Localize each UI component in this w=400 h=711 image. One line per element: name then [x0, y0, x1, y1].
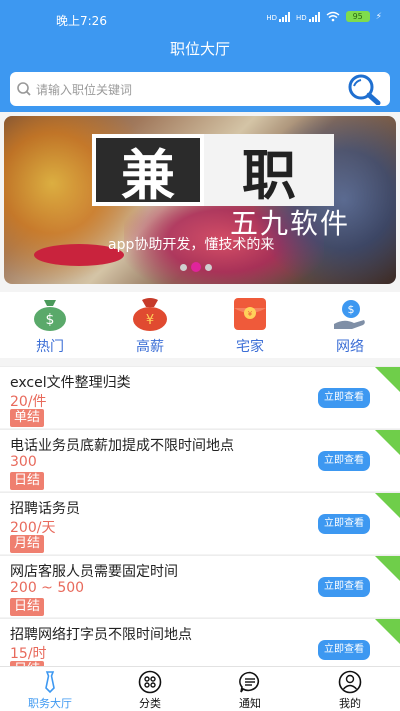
job-settlement-tag: 月结 [10, 535, 45, 553]
tab-label: 我的 [339, 697, 361, 710]
message-icon [238, 670, 262, 694]
banner-box-dark: 兼 [92, 134, 204, 207]
job-settlement-tag: 日结 [10, 472, 45, 490]
view-now-button[interactable]: 立即查看 [318, 388, 370, 408]
job-settlement-tag: 单结 [10, 409, 45, 427]
category-label: 热门 [36, 339, 64, 355]
wifi-icon [326, 11, 340, 22]
carousel-dot[interactable] [205, 263, 212, 271]
tab-profile[interactable]: 我的 [310, 670, 390, 711]
job-list-item[interactable]: 网店客服人员需要固定时间 200 ~ 500 日结 立即查看 [0, 555, 400, 617]
tab-label: 分类 [139, 697, 161, 710]
yuan-bag-icon: ¥ [130, 296, 170, 332]
signal-icon-2: HD [296, 11, 320, 22]
job-list-item[interactable]: 招聘话务员 200/天 月结 立即查看 [0, 492, 400, 554]
signal-icon: HD [266, 11, 291, 22]
charging-icon: ⚡ [375, 11, 382, 22]
battery-icon: 95 [345, 11, 370, 22]
svg-text:¥: ¥ [248, 310, 253, 318]
tab-notifications[interactable]: 通知 [210, 670, 290, 711]
job-title: 招聘网络打字员不限时间地点 [10, 627, 192, 643]
view-now-button[interactable]: 立即查看 [318, 577, 370, 597]
hand-coin-icon: $ [330, 296, 370, 332]
banner-char-2: 职 [242, 142, 296, 207]
money-bag-icon: $ [30, 296, 70, 332]
search-input[interactable]: 请输入职位关键词 [10, 72, 390, 106]
search-placeholder: 请输入职位关键词 [36, 83, 133, 97]
banner-box-light: 职 [204, 134, 334, 207]
status-time: 晚上7:26 [56, 14, 107, 28]
page-title: 职位大厅 [169, 40, 230, 58]
job-title: 招聘话务员 [10, 501, 80, 517]
tab-category[interactable]: 分类 [110, 670, 190, 711]
carousel-indicator [180, 262, 212, 272]
category-label: 网络 [336, 339, 364, 355]
bottom-tab-bar: 职务大厅 分类 通知 我的 [0, 666, 400, 711]
corner-ribbon-icon [375, 430, 400, 455]
status-icons: HD HD 95 ⚡ [266, 11, 382, 22]
carousel-dot-active[interactable] [191, 262, 201, 272]
app-screen: 晚上7:26 HD HD 95 ⚡ 职位大厅 请输入职位关键词 兼 职 五九软件… [0, 0, 400, 711]
grid-icon [138, 670, 162, 694]
view-now-button[interactable]: 立即查看 [318, 514, 370, 534]
view-now-button[interactable]: 立即查看 [318, 451, 370, 471]
red-envelope-icon: ¥ [230, 296, 270, 332]
view-now-button[interactable]: 立即查看 [318, 640, 370, 660]
tab-label: 职务大厅 [28, 697, 72, 710]
corner-ribbon-icon [375, 556, 400, 581]
banner-char-1: 兼 [121, 142, 175, 207]
category-home[interactable]: ¥ 宅家 [220, 296, 280, 356]
tab-job-hall[interactable]: 职务大厅 [10, 670, 90, 711]
category-online[interactable]: $ 网络 [320, 296, 380, 356]
corner-ribbon-icon [375, 367, 400, 392]
tie-icon [38, 670, 62, 694]
job-pay: 200/天 [10, 520, 56, 536]
job-pay: 15/时 [10, 646, 47, 662]
status-bar: 晚上7:26 HD HD 95 ⚡ [0, 0, 400, 36]
banner-tagline: app协助开发，懂技术的来 [108, 237, 275, 253]
category-high-pay[interactable]: ¥ 高薪 [120, 296, 180, 356]
job-list-item[interactable]: 电话业务员底薪加提成不限时间地点 300 日结 立即查看 [0, 429, 400, 491]
user-icon [338, 670, 362, 694]
banner-carousel[interactable]: 兼 职 五九软件 app协助开发，懂技术的来 [4, 116, 396, 284]
svg-text:$: $ [348, 303, 355, 316]
job-title: excel文件整理归类 [10, 375, 131, 391]
job-pay: 200 ~ 500 [10, 580, 85, 596]
category-hot[interactable]: $ 热门 [20, 296, 80, 356]
svg-text:¥: ¥ [146, 313, 154, 328]
corner-ribbon-icon [375, 493, 400, 518]
job-title: 电话业务员底薪加提成不限时间地点 [10, 438, 234, 454]
job-list-item[interactable]: excel文件整理归类 20/件 单结 立即查看 [0, 366, 400, 428]
search-button[interactable] [344, 73, 384, 106]
job-settlement-tag: 日结 [10, 598, 45, 616]
category-label: 宅家 [236, 339, 264, 355]
header: 晚上7:26 HD HD 95 ⚡ 职位大厅 请输入职位关键词 [0, 0, 400, 112]
job-pay: 20/件 [10, 394, 47, 410]
corner-ribbon-icon [375, 619, 400, 644]
carousel-dot[interactable] [180, 263, 187, 271]
job-pay: 300 [10, 454, 37, 470]
category-bar: $ 热门 ¥ 高薪 ¥ 宅家 $ 网络 [0, 292, 400, 358]
search-icon [16, 81, 32, 101]
category-label: 高薪 [136, 339, 164, 355]
job-title: 网店客服人员需要固定时间 [10, 564, 178, 580]
svg-text:$: $ [46, 312, 55, 328]
tab-label: 通知 [239, 697, 261, 710]
